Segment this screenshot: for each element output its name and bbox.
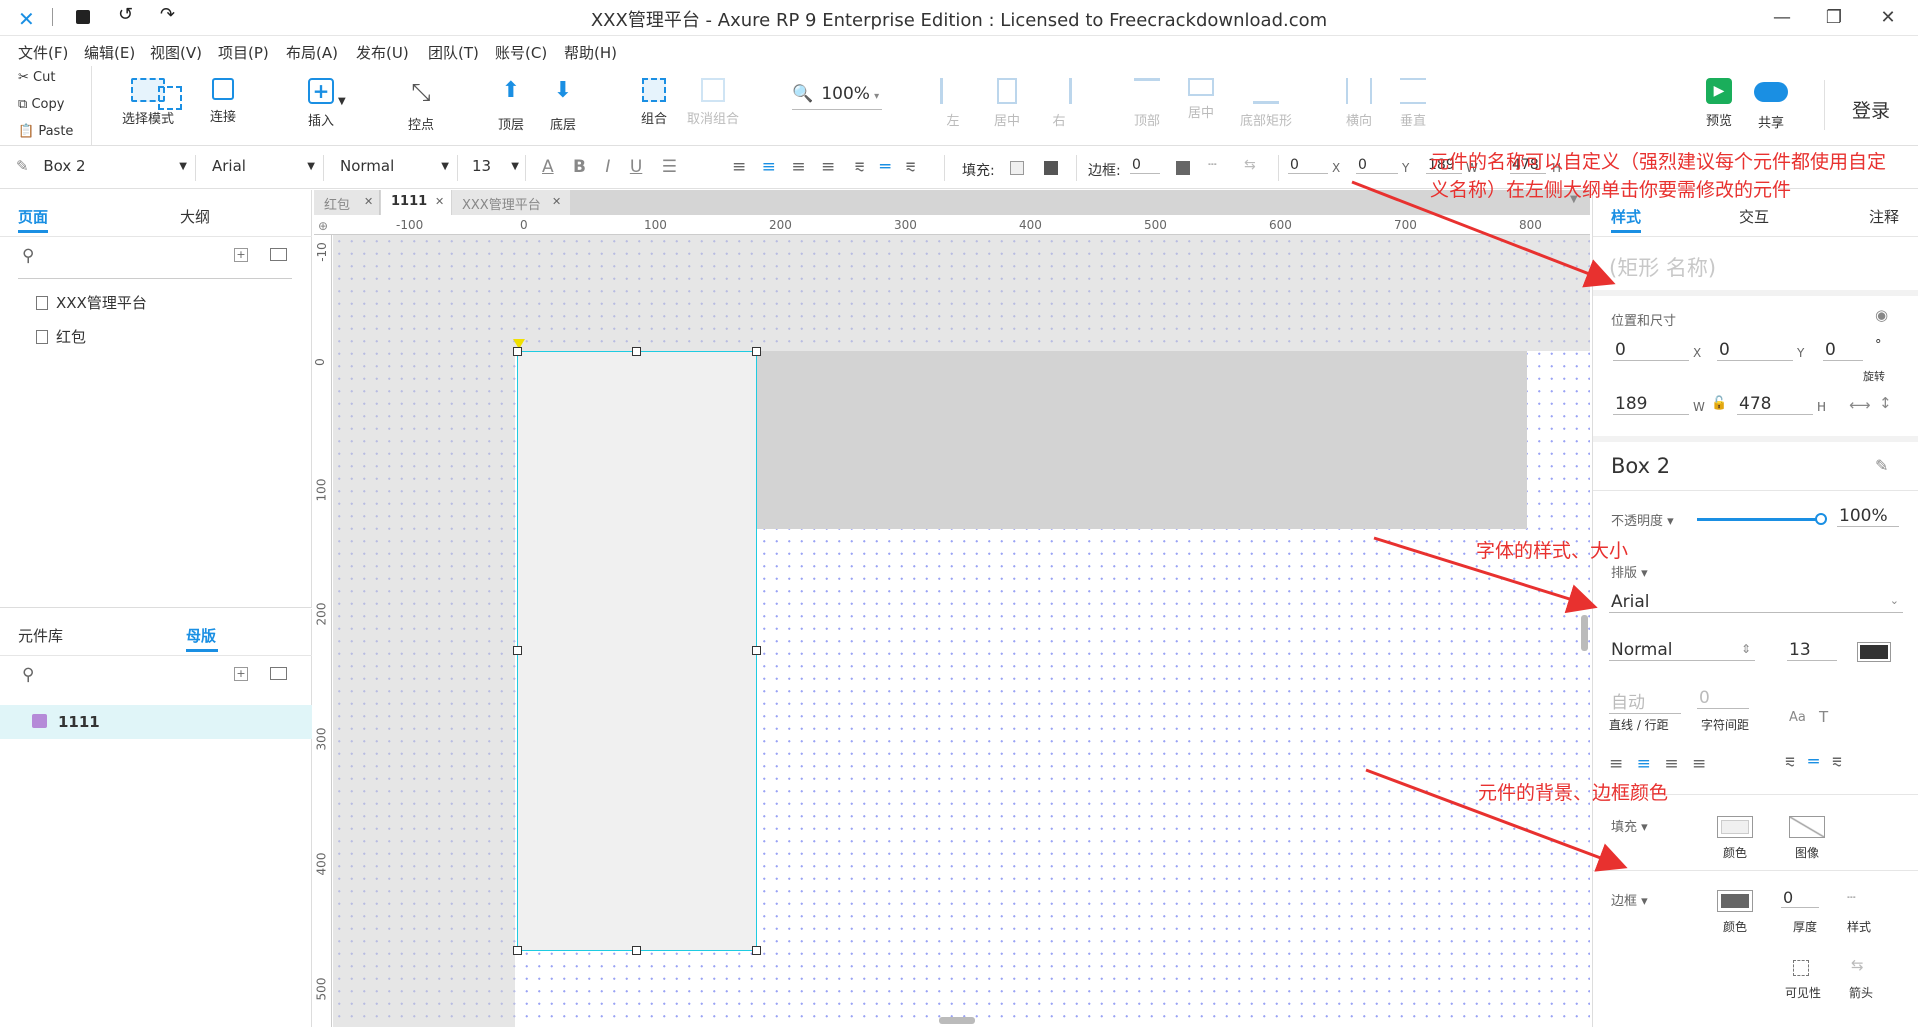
annotation-arrow <box>1365 768 1628 872</box>
annotation-arrows <box>1351 180 1628 872</box>
annotation-arrow <box>1351 180 1616 288</box>
annotation-arrow <box>1373 536 1598 614</box>
